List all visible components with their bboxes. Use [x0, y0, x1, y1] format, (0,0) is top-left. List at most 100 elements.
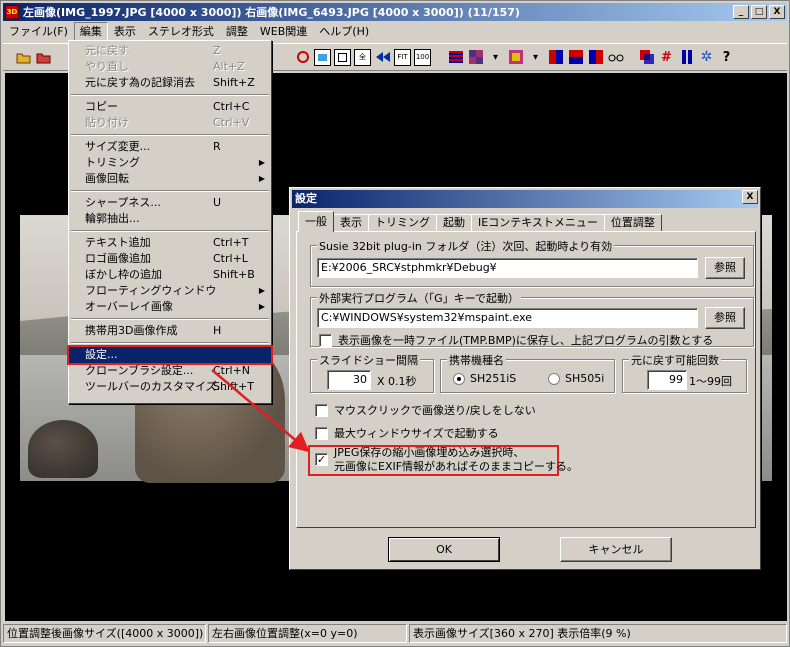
menu-item-resize[interactable]: サイズ変更... R [69, 139, 271, 155]
checkbox-checked[interactable]: ✓ [315, 453, 328, 466]
red-cyan-icon[interactable] [638, 49, 655, 66]
glasses-icon[interactable] [607, 49, 624, 66]
maximize-button[interactable]: □ [751, 5, 767, 19]
menu-item-sharpness[interactable]: シャープネス... U [69, 195, 271, 211]
menu-item-trimming[interactable]: トリミング ▶ [69, 155, 271, 171]
external-browse-button[interactable]: 参照 [705, 307, 745, 329]
phone-legend: 携帯機種名 [447, 352, 506, 368]
settings-dialog: 設定 X 一般 表示 トリミング 起動 IEコンテキストメニュー 位置調整 Su… [289, 187, 761, 570]
menu-item-floating-window[interactable]: フローティングウィンドウ ▶ [69, 283, 271, 299]
menu-item-undo[interactable]: 元に戻す Z [69, 43, 271, 59]
undo-range: 1～99回 [689, 375, 732, 388]
bars-icon[interactable] [678, 49, 695, 66]
star-icon[interactable]: ✲ [698, 49, 715, 66]
dialog-title: 設定 [292, 190, 758, 208]
window-title: 左画像(IMG_1997.JPG [4000 x 3000]) 右画像(IMG_… [23, 6, 520, 19]
susie-folder-input[interactable]: E:¥2006_SRC¥stphmkr¥Debug¥ [317, 258, 698, 278]
submenu-arrow-icon: ▶ [258, 158, 265, 167]
menu-item-customize-toolbar[interactable]: ツールバーのカスタマイズ... Shift+T [69, 379, 271, 395]
tab-general[interactable]: 一般 [298, 211, 334, 232]
menu-item-add-blur-frame[interactable]: ぼかし枠の追加 Shift+B [69, 267, 271, 283]
menu-item-mobile-3d[interactable]: 携帯用3D画像作成 H [69, 323, 271, 339]
close-button[interactable]: X [769, 5, 785, 19]
status-bar: 位置調整後画像サイズ([4000 x 3000]) 左右画像位置調整(x=0 y… [3, 624, 787, 644]
mosaic-icon[interactable] [507, 49, 524, 66]
maximize-checkbox[interactable]: 最大ウィンドウサイズで起動する [315, 425, 499, 441]
fullscreen-icon[interactable]: 全 [354, 48, 371, 66]
status-pane-size: 位置調整後画像サイズ([4000 x 3000]) [3, 624, 206, 643]
checkbox-box[interactable] [315, 403, 328, 417]
checkbox-box[interactable] [315, 426, 328, 440]
menu-item-rotate[interactable]: 画像回転 ▶ [69, 171, 271, 187]
tmp-file-checkbox[interactable]: 表示画像を一時ファイル(TMP.BMP)に保存し、上記プログラムの引数とする [319, 332, 713, 348]
checker-icon[interactable] [467, 49, 484, 66]
menu-help[interactable]: ヘルプ(H) [313, 22, 375, 41]
radio-sh505i[interactable]: SH505i [548, 372, 604, 385]
back-icon[interactable] [374, 49, 391, 66]
tab-trimming[interactable]: トリミング [368, 214, 437, 232]
help-icon[interactable]: ? [718, 49, 735, 66]
screen-icon[interactable] [314, 48, 331, 66]
dropdown2-icon[interactable]: ▾ [527, 49, 544, 66]
menu-adjust[interactable]: 調整 [220, 22, 254, 41]
split-vertical2-icon[interactable] [587, 49, 604, 66]
menu-item-add-logo[interactable]: ロゴ画像追加 Ctrl+L [69, 251, 271, 267]
slideshow-group: スライドショー間隔 30 X 0.1秒 [310, 352, 434, 393]
undo-count-group: 元に戻す可能回数 99 1～99回 [622, 352, 747, 393]
tab-display[interactable]: 表示 [333, 214, 369, 232]
menu-web[interactable]: WEB関連 [254, 22, 313, 41]
submenu-arrow-icon: ▶ [258, 286, 265, 295]
split-horizontal-icon[interactable] [567, 49, 584, 66]
fit-icon[interactable]: FIT [394, 48, 411, 66]
menu-item-redo[interactable]: やり直し Alt+Z [69, 59, 271, 75]
open-pair-icon[interactable] [35, 49, 52, 66]
zoom-100-icon[interactable]: 100 [414, 48, 431, 66]
menu-item-overlay[interactable]: オーバーレイ画像 ▶ [69, 299, 271, 315]
menu-item-edge-detect[interactable]: 輪郭抽出... [69, 211, 271, 227]
minimize-button[interactable]: _ [733, 5, 749, 19]
menu-item-clone-brush[interactable]: クローンブラシ設定... Ctrl+N [69, 363, 271, 379]
menu-item-settings[interactable]: 設定... [67, 345, 273, 365]
menu-bar: ファイル(F) 編集 表示 ステレオ形式 調整 WEB関連 ヘルプ(H) [3, 22, 787, 41]
cancel-button[interactable]: キャンセル [560, 537, 672, 562]
menu-item-copy[interactable]: コピー Ctrl+C [69, 99, 271, 115]
edit-menu: 元に戻す Z やり直し Alt+Z 元に戻す為の記録消去 Shift+Z コピー Ctr… [67, 40, 273, 404]
menu-item-paste[interactable]: 貼り付け Ctrl+V [69, 115, 271, 131]
phone-model-group: 携帯機種名 SH251iS SH505i [440, 352, 615, 393]
menu-edit[interactable]: 編集 [73, 22, 108, 41]
susie-browse-button[interactable]: 参照 [705, 257, 745, 279]
tab-ie-context-menu[interactable]: IEコンテキストメニュー [471, 214, 605, 232]
grid-icon[interactable]: # [658, 49, 675, 66]
menu-separator [69, 315, 271, 323]
mouse-click-checkbox[interactable]: マウスクリックで画像送り/戻しをしない [315, 402, 536, 418]
ok-button[interactable]: OK [388, 537, 500, 562]
radio-sh251is[interactable]: SH251iS [453, 372, 516, 385]
menu-view[interactable]: 表示 [108, 22, 142, 41]
slideshow-interval-input[interactable]: 30 [327, 370, 371, 390]
submenu-arrow-icon: ▶ [258, 302, 265, 311]
dropdown-icon[interactable]: ▾ [487, 49, 504, 66]
menu-stereo-format[interactable]: ステレオ形式 [142, 22, 220, 41]
dialog-close-button[interactable]: X [742, 190, 758, 204]
radio-dot[interactable] [548, 372, 560, 385]
frame-icon[interactable] [334, 48, 351, 66]
open-folder-icon[interactable] [15, 49, 32, 66]
split-vertical-icon[interactable] [547, 49, 564, 66]
external-program-input[interactable]: C:¥WINDOWS¥system32¥mspaint.exe [317, 308, 698, 328]
jpeg-exif-label: JPEG保存の縮小画像埋め込み選択時、 元画像にEXIF情報があればそのままコピ… [334, 446, 579, 473]
radio-dot-selected[interactable] [453, 372, 465, 385]
app-icon: 3D [5, 5, 19, 19]
tab-position-adjust[interactable]: 位置調整 [603, 214, 662, 232]
stripes-icon[interactable] [447, 49, 464, 66]
jpeg-exif-checkbox[interactable]: ✓ [315, 453, 334, 466]
external-program-group: 外部実行プログラム（「G」キーで起動） C:¥WINDOWS¥system32¥… [310, 290, 754, 348]
menu-item-clear-undo[interactable]: 元に戻す為の記録消去 Shift+Z [69, 75, 271, 91]
slideshow-legend: スライドショー間隔 [317, 352, 420, 368]
checkbox-box[interactable] [319, 333, 332, 347]
menu-separator [69, 187, 271, 195]
swap-icon[interactable] [294, 49, 311, 66]
tab-startup[interactable]: 起動 [436, 214, 472, 232]
undo-count-input[interactable]: 99 [647, 370, 687, 390]
menu-item-add-text[interactable]: テキスト追加 Ctrl+T [69, 235, 271, 251]
menu-file[interactable]: ファイル(F) [3, 22, 74, 41]
